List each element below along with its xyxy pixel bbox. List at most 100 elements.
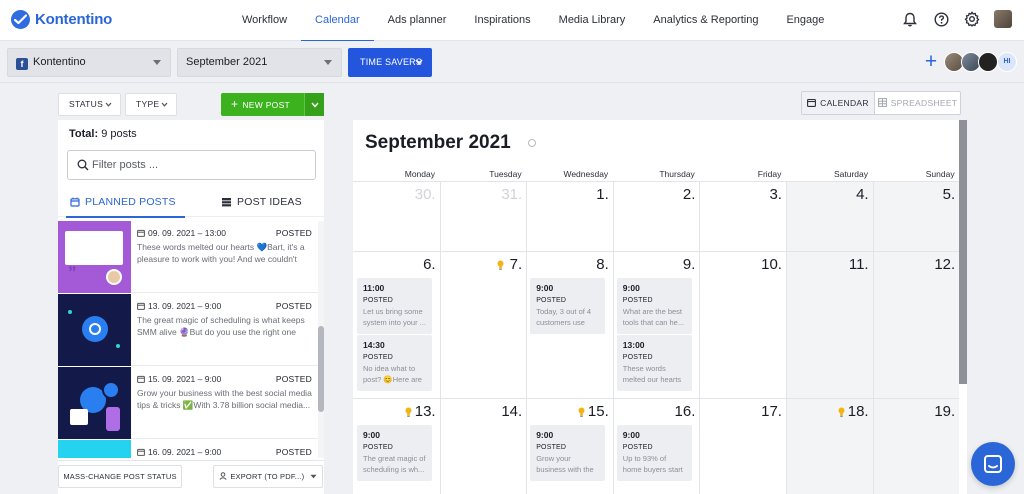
post-time: 13:00 bbox=[622, 340, 645, 350]
calendar-day-cell[interactable]: 9. 9:00 POSTED What are the best tools that… bbox=[613, 251, 700, 398]
calendar-day-cell[interactable]: 4. bbox=[786, 181, 873, 251]
day-header: Sunday bbox=[925, 169, 955, 179]
calendar-day-cell[interactable]: 30. bbox=[353, 181, 440, 251]
calendar-scrollbar[interactable] bbox=[959, 120, 967, 384]
day-header: Friday bbox=[757, 169, 782, 179]
spreadsheet-view-label: SPREADSHEET bbox=[890, 98, 958, 108]
post-item[interactable]: 13. 09. 2021 – 9:00 POSTED The great mag… bbox=[58, 294, 318, 366]
post-time: 9:00 bbox=[536, 283, 554, 293]
logo[interactable]: Kontentino bbox=[11, 10, 112, 29]
lightbulb-icon[interactable] bbox=[838, 407, 845, 420]
tab-media-library[interactable]: Media Library bbox=[545, 0, 640, 41]
post-item[interactable]: ” 09. 09. 2021 – 13:00 POSTED These word… bbox=[58, 221, 318, 293]
grid-line bbox=[699, 181, 701, 494]
month-calendar: September 2021 Monday Tuesday Wednesday Thu… bbox=[353, 120, 967, 494]
post-text: The great magic of scheduling is what ke… bbox=[137, 315, 305, 337]
total-label: Total: bbox=[69, 128, 99, 140]
calendar-day-cell[interactable]: 19. bbox=[872, 398, 960, 494]
tab-workflow[interactable]: Workflow bbox=[228, 0, 301, 41]
tab-ads-planner[interactable]: Ads planner bbox=[374, 0, 461, 41]
calendar-day-cell[interactable]: 2. bbox=[613, 181, 700, 251]
post-thumbnail bbox=[58, 367, 131, 439]
calendar-day-cell[interactable]: 12. bbox=[872, 251, 960, 398]
calendar-day-cell[interactable]: 15. 9:00 POSTED Grow your business with the… bbox=[526, 398, 613, 494]
calendar-day-cell[interactable]: 1. bbox=[526, 181, 613, 251]
day-number: 6. bbox=[423, 256, 436, 273]
post-preview: The great magic of scheduling is wh... bbox=[363, 454, 426, 474]
post-status: POSTED bbox=[275, 228, 312, 238]
filter-posts-field[interactable] bbox=[67, 150, 316, 180]
help-icon[interactable] bbox=[932, 10, 950, 28]
post-list-scroll-thumb[interactable] bbox=[318, 326, 324, 412]
tab-planned-posts[interactable]: PLANNED POSTS bbox=[66, 190, 185, 218]
chat-button[interactable] bbox=[971, 442, 1015, 486]
filter-posts-input[interactable] bbox=[92, 157, 307, 173]
total-value: 9 posts bbox=[101, 128, 137, 140]
calendar-day-cell[interactable]: 10. bbox=[699, 251, 786, 398]
post-status: POSTED bbox=[622, 297, 653, 304]
calendar-post-card[interactable]: 14:30 POSTED No idea what to post? 😊Here a… bbox=[357, 335, 432, 391]
calendar-post-card[interactable]: 11:00 POSTED Let us bring some system into… bbox=[357, 278, 432, 334]
bell-icon[interactable] bbox=[901, 10, 919, 28]
calendar-day-cell[interactable]: 8. 9:00 POSTED Today, 3 out of 4 customers … bbox=[526, 251, 613, 398]
export-button[interactable]: EXPORT (TO PDF...) bbox=[213, 465, 323, 488]
post-time: 9:00 bbox=[536, 430, 554, 440]
status-filter[interactable]: STATUS bbox=[58, 93, 121, 116]
post-item[interactable]: 15. 09. 2021 – 9:00 POSTED Grow your bus… bbox=[58, 367, 318, 439]
top-navigation: Kontentino Workflow Calendar Ads planner In… bbox=[0, 0, 1024, 42]
day-header: Thursday bbox=[659, 169, 695, 179]
calendar-day-cell[interactable]: 11. bbox=[786, 251, 873, 398]
post-tabs: PLANNED POSTS POST IDEAS bbox=[58, 190, 324, 218]
post-preview: Grow your business with the best ... bbox=[536, 454, 594, 474]
calendar-post-card[interactable]: 9:00 POSTED Up to 93% of home buyers start… bbox=[616, 425, 692, 481]
lightbulb-icon[interactable] bbox=[405, 407, 412, 420]
user-avatar[interactable] bbox=[994, 10, 1012, 28]
day-number: 30. bbox=[414, 186, 436, 203]
plus-icon: + bbox=[231, 97, 239, 111]
post-preview: Let us bring some system into your ... bbox=[363, 307, 426, 327]
type-filter[interactable]: TYPE bbox=[125, 93, 177, 116]
mass-change-status-button[interactable]: MASS-CHANGE POST STATUS bbox=[58, 465, 182, 488]
account-select[interactable]: f Kontentino bbox=[7, 48, 171, 77]
calendar-post-card[interactable]: 9:00 POSTED The great magic of scheduling … bbox=[357, 425, 432, 481]
type-filter-label: TYPE bbox=[136, 99, 160, 109]
kontentino-logo-icon bbox=[11, 10, 30, 29]
spreadsheet-view-button[interactable]: SPREADSHEET bbox=[875, 92, 960, 114]
calendar-post-card[interactable]: 9:00 POSTED Grow your business with the be… bbox=[530, 425, 606, 481]
calendar-day-cell[interactable]: 5. bbox=[872, 181, 960, 251]
calendar-day-cell[interactable]: 31. bbox=[440, 181, 527, 251]
calendar-view-button[interactable]: CALENDAR bbox=[802, 92, 875, 114]
calendar-post-card[interactable]: 9:00 POSTED What are the best tools that c… bbox=[616, 278, 692, 334]
settings-dot-icon[interactable] bbox=[528, 139, 536, 147]
calendar-day-cell[interactable]: 14. bbox=[440, 398, 527, 494]
day-number: 4. bbox=[856, 186, 869, 203]
tab-analytics-reporting[interactable]: Analytics & Reporting bbox=[639, 0, 772, 41]
calendar-post-card[interactable]: 9:00 POSTED Today, 3 out of 4 customers us… bbox=[530, 278, 606, 334]
new-post-button[interactable]: + NEW POST bbox=[221, 93, 324, 116]
lightbulb-icon[interactable] bbox=[578, 407, 585, 420]
gear-icon[interactable] bbox=[963, 10, 981, 28]
post-thumbnail: ” bbox=[58, 221, 131, 293]
calendar-post-card[interactable]: 13:00 POSTED These words melted our hearts… bbox=[616, 335, 692, 391]
new-post-dropdown[interactable] bbox=[304, 93, 324, 116]
calendar-day-cell[interactable]: 7. bbox=[440, 251, 527, 398]
post-time: 11:00 bbox=[363, 283, 385, 293]
day-number: 16. bbox=[674, 403, 696, 420]
calendar-day-cell[interactable]: 17. bbox=[699, 398, 786, 494]
export-label: EXPORT (TO PDF...) bbox=[230, 472, 305, 481]
calendar-day-cell[interactable]: 13. 9:00 POSTED The great magic of scheduli… bbox=[353, 398, 440, 494]
post-item[interactable]: 16. 09. 2021 – 9:00 POSTED bbox=[58, 440, 318, 458]
time-savers-button[interactable]: TIME SAVERS bbox=[348, 48, 432, 77]
add-button[interactable]: + bbox=[922, 51, 940, 73]
lightbulb-icon[interactable] bbox=[497, 260, 504, 273]
post-date: 13. 09. 2021 – 9:00 bbox=[137, 301, 221, 311]
calendar-day-cell[interactable]: 6. 11:00 POSTED Let us bring some system in… bbox=[353, 251, 440, 398]
tab-inspirations[interactable]: Inspirations bbox=[460, 0, 544, 41]
tab-post-ideas[interactable]: POST IDEAS bbox=[221, 190, 303, 217]
calendar-day-cell[interactable]: 16. 9:00 POSTED Up to 93% of home buyers st… bbox=[613, 398, 700, 494]
tab-calendar[interactable]: Calendar bbox=[301, 0, 374, 42]
month-select[interactable]: September 2021 bbox=[177, 48, 342, 77]
calendar-day-cell[interactable]: 3. bbox=[699, 181, 786, 251]
calendar-day-cell[interactable]: 18. bbox=[786, 398, 873, 494]
tab-engage[interactable]: Engage bbox=[772, 0, 838, 41]
